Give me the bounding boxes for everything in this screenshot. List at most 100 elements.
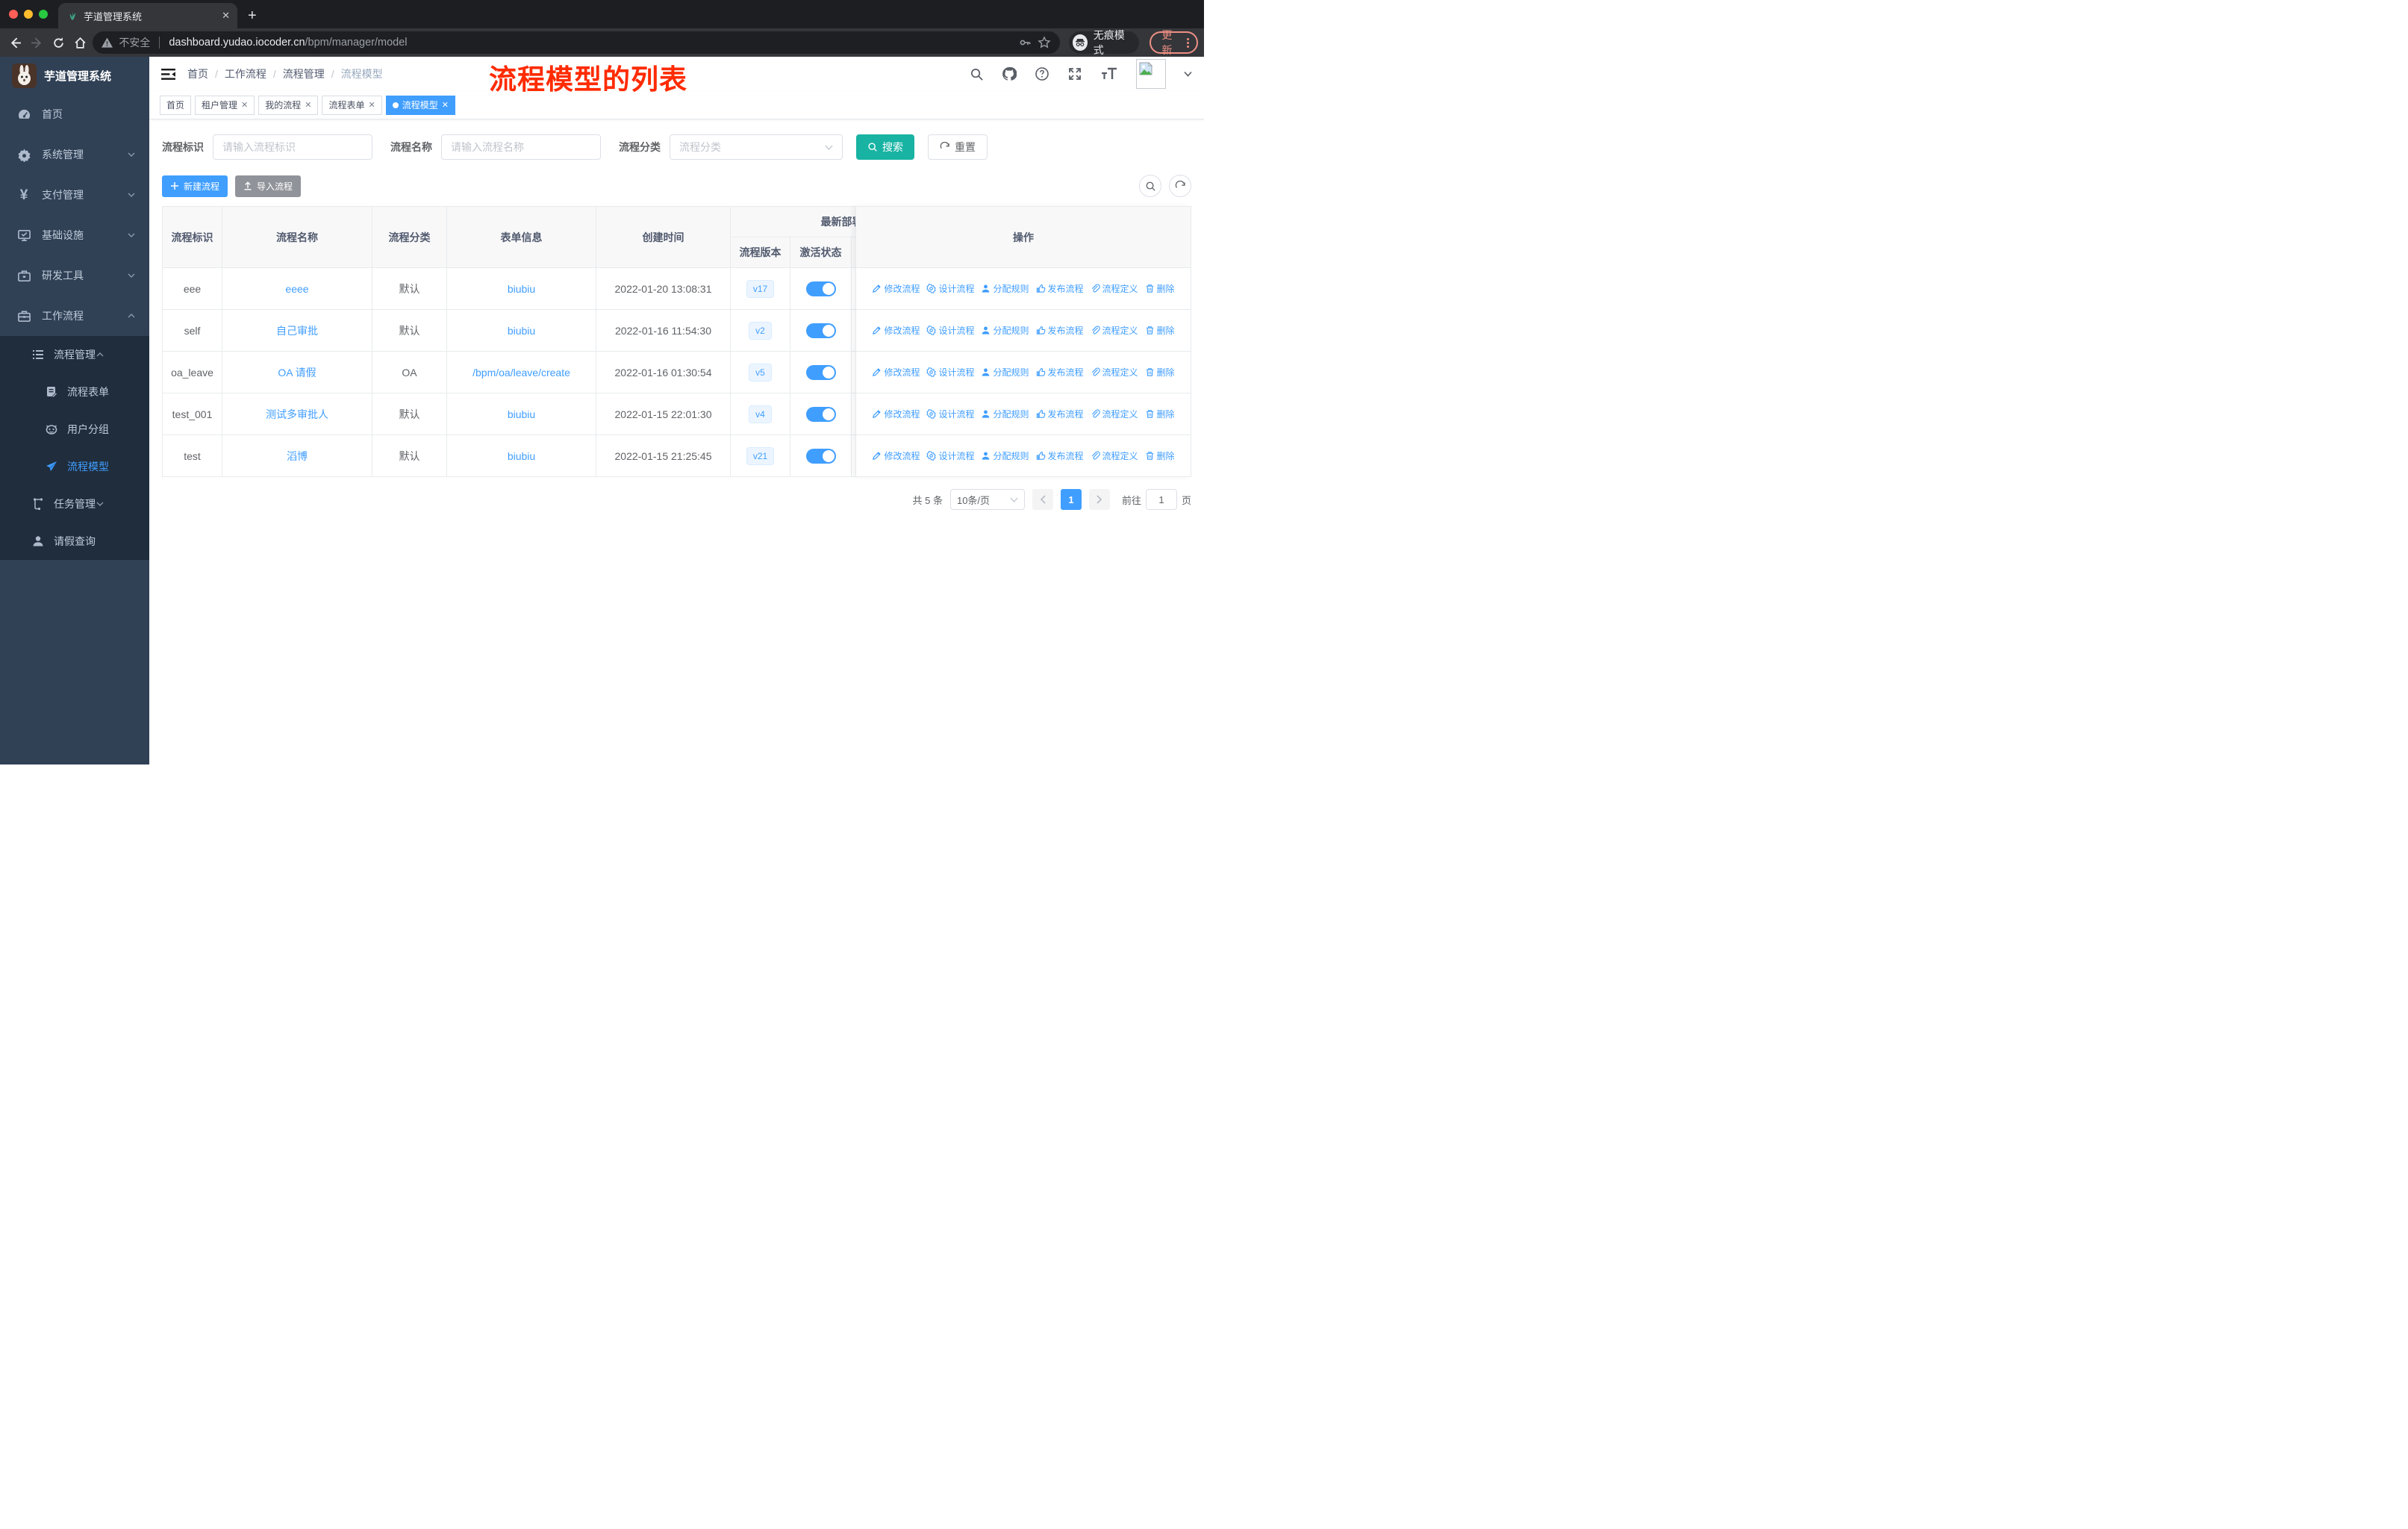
- tag-process-model[interactable]: 流程模型 ✕: [385, 95, 455, 115]
- tag-my-process[interactable]: 我的流程 ✕: [258, 95, 319, 115]
- sidebar-item-user-group[interactable]: 用户分组: [0, 411, 149, 448]
- show-search-button[interactable]: [1139, 175, 1161, 197]
- action-edit-link[interactable]: 修改流程: [872, 408, 920, 420]
- sidebar-item-process-model[interactable]: 流程模型: [0, 448, 149, 485]
- sidebar-item-infra[interactable]: 基础设施: [0, 215, 149, 255]
- tag-tenant[interactable]: 租户管理 ✕: [195, 95, 255, 115]
- url-text[interactable]: dashboard.yudao.iocoder.cn/bpm/manager/m…: [169, 37, 1012, 49]
- prev-page-button[interactable]: [1032, 489, 1053, 510]
- action-design-link[interactable]: 设计流程: [926, 366, 974, 379]
- model-name-link[interactable]: OA 请假: [278, 367, 316, 379]
- chevron-down-icon[interactable]: [1184, 71, 1192, 77]
- import-process-button[interactable]: 导入流程: [235, 175, 302, 197]
- active-toggle[interactable]: [805, 364, 836, 380]
- sidebar-item-payment[interactable]: ¥ 支付管理: [0, 175, 149, 215]
- model-name-link[interactable]: eeee: [285, 283, 308, 295]
- page-size-select[interactable]: 10条/页: [949, 489, 1025, 510]
- action-publish-link[interactable]: 发布流程: [1036, 324, 1084, 337]
- action-assign-user-link[interactable]: 分配规则: [981, 366, 1029, 379]
- action-definition-link[interactable]: 流程定义: [1091, 282, 1138, 295]
- model-name-link[interactable]: 滔博: [287, 450, 308, 462]
- sidebar-item-process-mgmt[interactable]: 流程管理: [0, 336, 149, 373]
- refresh-table-button[interactable]: [1169, 175, 1191, 197]
- breadcrumb-home[interactable]: 首页: [187, 66, 208, 81]
- tab-close-icon[interactable]: ✕: [222, 10, 230, 22]
- action-design-link[interactable]: 设计流程: [926, 449, 974, 462]
- form-info-link[interactable]: biubiu: [508, 450, 535, 462]
- fullscreen-icon[interactable]: [1067, 66, 1082, 81]
- search-button[interactable]: 搜索: [856, 134, 914, 160]
- action-delete-link[interactable]: 删除: [1145, 408, 1175, 420]
- home-icon[interactable]: [71, 32, 90, 53]
- breadcrumb-workflow[interactable]: 工作流程: [225, 66, 266, 81]
- action-publish-link[interactable]: 发布流程: [1036, 449, 1084, 462]
- zoom-window-button[interactable]: [39, 10, 48, 19]
- action-publish-link[interactable]: 发布流程: [1036, 282, 1084, 295]
- action-design-link[interactable]: 设计流程: [926, 324, 974, 337]
- sidebar-item-task-mgmt[interactable]: 任务管理: [0, 485, 149, 523]
- sidebar-item-process-form[interactable]: 流程表单: [0, 373, 149, 411]
- reset-button[interactable]: 重置: [928, 134, 988, 160]
- action-design-link[interactable]: 设计流程: [926, 282, 974, 295]
- key-icon[interactable]: [1018, 36, 1032, 49]
- collapse-sidebar-icon[interactable]: [161, 68, 175, 81]
- model-name-link[interactable]: 测试多审批人: [266, 408, 328, 420]
- sidebar-item-system[interactable]: 系统管理: [0, 134, 149, 175]
- current-page[interactable]: 1: [1060, 489, 1082, 510]
- avatar[interactable]: [1136, 59, 1166, 89]
- new-tab-button[interactable]: +: [248, 6, 257, 25]
- sidebar-item-devtools[interactable]: 研发工具: [0, 255, 149, 296]
- breadcrumb-process-mgmt[interactable]: 流程管理: [283, 66, 325, 81]
- action-assign-user-link[interactable]: 分配规则: [981, 324, 1029, 337]
- action-assign-user-link[interactable]: 分配规则: [981, 282, 1029, 295]
- action-definition-link[interactable]: 流程定义: [1091, 449, 1138, 462]
- action-delete-link[interactable]: 删除: [1145, 324, 1175, 337]
- browser-tab[interactable]: 芋道管理系统 ✕: [58, 3, 237, 28]
- action-edit-link[interactable]: 修改流程: [872, 282, 920, 295]
- form-info-link[interactable]: biubiu: [508, 408, 535, 420]
- sidebar-item-workflow[interactable]: 工作流程: [0, 296, 149, 336]
- action-delete-link[interactable]: 删除: [1145, 366, 1175, 379]
- sidebar-item-home[interactable]: 首页: [0, 94, 149, 134]
- active-toggle[interactable]: [805, 281, 836, 296]
- action-publish-link[interactable]: 发布流程: [1036, 366, 1084, 379]
- create-process-button[interactable]: 新建流程: [162, 175, 228, 197]
- traffic-lights[interactable]: [0, 0, 58, 28]
- form-info-link[interactable]: /bpm/oa/leave/create: [472, 367, 570, 379]
- active-toggle[interactable]: [805, 323, 836, 338]
- close-icon[interactable]: ✕: [241, 100, 248, 110]
- close-icon[interactable]: ✕: [442, 100, 449, 110]
- action-delete-link[interactable]: 删除: [1145, 449, 1175, 462]
- goto-page-input[interactable]: [1145, 489, 1177, 510]
- action-design-link[interactable]: 设计流程: [926, 408, 974, 420]
- url-field[interactable]: 不安全 dashboard.yudao.iocoder.cn/bpm/manag…: [93, 31, 1061, 54]
- update-button[interactable]: 更新: [1150, 29, 1199, 56]
- action-edit-link[interactable]: 修改流程: [872, 324, 920, 337]
- active-toggle[interactable]: [805, 406, 836, 422]
- close-window-button[interactable]: [9, 10, 18, 19]
- browser-menu-icon[interactable]: [1187, 37, 1190, 48]
- action-assign-user-link[interactable]: 分配规则: [981, 449, 1029, 462]
- security-label[interactable]: 不安全: [119, 35, 150, 50]
- back-icon[interactable]: [6, 32, 25, 53]
- reload-icon[interactable]: [49, 32, 68, 53]
- filter-key-input[interactable]: [213, 134, 372, 160]
- action-definition-link[interactable]: 流程定义: [1091, 324, 1138, 337]
- action-publish-link[interactable]: 发布流程: [1036, 408, 1084, 420]
- filter-category-select[interactable]: 流程分类: [670, 134, 843, 160]
- action-edit-link[interactable]: 修改流程: [872, 449, 920, 462]
- bookmark-star-icon[interactable]: [1038, 36, 1051, 49]
- action-edit-link[interactable]: 修改流程: [872, 366, 920, 379]
- form-info-link[interactable]: biubiu: [508, 325, 535, 337]
- minimize-window-button[interactable]: [24, 10, 33, 19]
- close-icon[interactable]: ✕: [369, 100, 375, 110]
- tag-process-form[interactable]: 流程表单 ✕: [322, 95, 382, 115]
- action-assign-user-link[interactable]: 分配规则: [981, 408, 1029, 420]
- action-definition-link[interactable]: 流程定义: [1091, 408, 1138, 420]
- search-icon[interactable]: [970, 67, 984, 81]
- tag-home[interactable]: 首页: [160, 95, 192, 115]
- active-toggle[interactable]: [805, 448, 836, 464]
- next-page-button[interactable]: [1088, 489, 1110, 510]
- close-icon[interactable]: ✕: [305, 100, 311, 110]
- action-definition-link[interactable]: 流程定义: [1091, 366, 1138, 379]
